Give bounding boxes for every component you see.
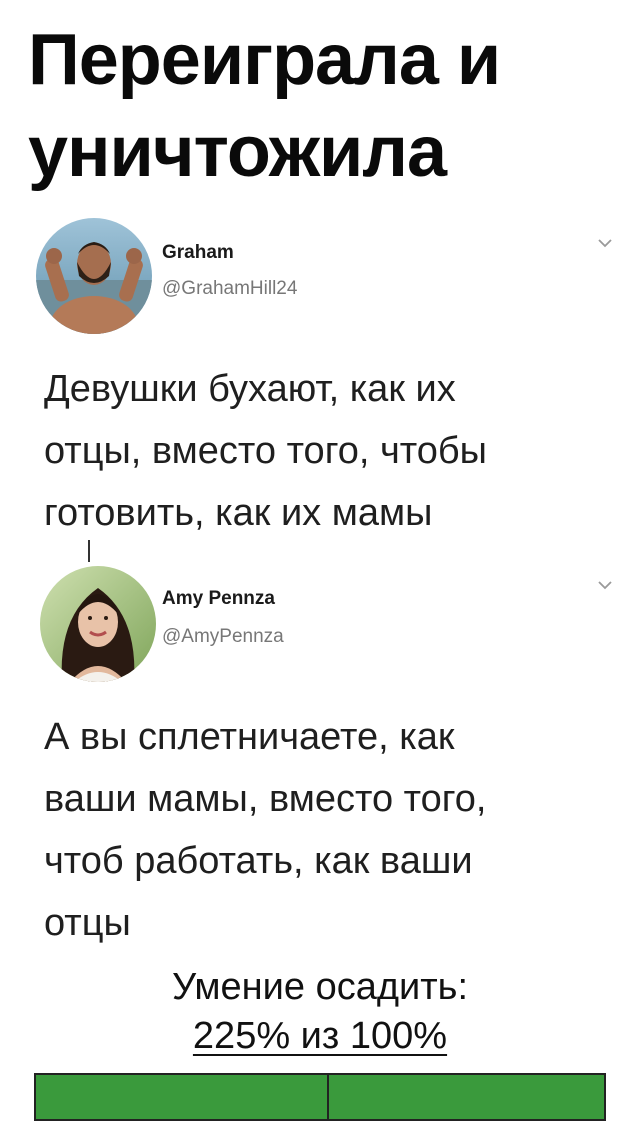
author-name[interactable]: Amy Pennza [162, 588, 275, 610]
footer-caption: Умение осадить: 225% из 100% [0, 966, 640, 1058]
headline-line-1: Переиграла и [28, 20, 501, 100]
tweet-2-line-3: чтоб работать, как ваши [44, 840, 473, 882]
chevron-down-icon[interactable] [594, 574, 616, 596]
woman-avatar-icon[interactable] [40, 566, 156, 682]
progress-bar [34, 1073, 606, 1121]
tweet-2-line-2: ваши мамы, вместо того, [44, 778, 487, 820]
tweet-2-text: А вы сплетничаете, как ваши мамы, вместо… [44, 706, 624, 954]
author-name[interactable]: Graham [162, 242, 234, 264]
tweet-1-header: Graham @GrahamHill24 [36, 218, 616, 338]
footer-line-2-wrap: 225% из 100% [0, 1015, 640, 1058]
tweet-2-line-1: А вы сплетничаете, как [44, 716, 455, 758]
chevron-down-icon[interactable] [594, 232, 616, 254]
tweet-2-header: Amy Pennza @AmyPennza [36, 566, 616, 686]
headline: Переиграла и уничтожила [28, 14, 618, 198]
tweet-1-line-1: Девушки бухают, как их [44, 368, 456, 410]
footer-line-1: Умение осадить: [171, 966, 469, 1008]
tweet-1-text: Девушки бухают, как их отцы, вместо того… [44, 358, 624, 544]
author-handle[interactable]: @AmyPennza [162, 626, 284, 648]
text-cursor [88, 540, 90, 562]
tweet-2-line-4: отцы [44, 902, 131, 944]
tweet-1-line-2: отцы, вместо того, чтобы [44, 430, 487, 472]
tweet-1-line-3: готовить, как их мамы [44, 492, 433, 534]
author-handle[interactable]: @GrahamHill24 [162, 278, 297, 300]
headline-line-2: уничтожила [28, 112, 447, 192]
progress-fill [36, 1075, 329, 1119]
man-avatar-icon[interactable] [36, 218, 152, 334]
progress-overflow [329, 1075, 604, 1119]
footer-line-2: 225% из 100% [192, 1015, 448, 1057]
